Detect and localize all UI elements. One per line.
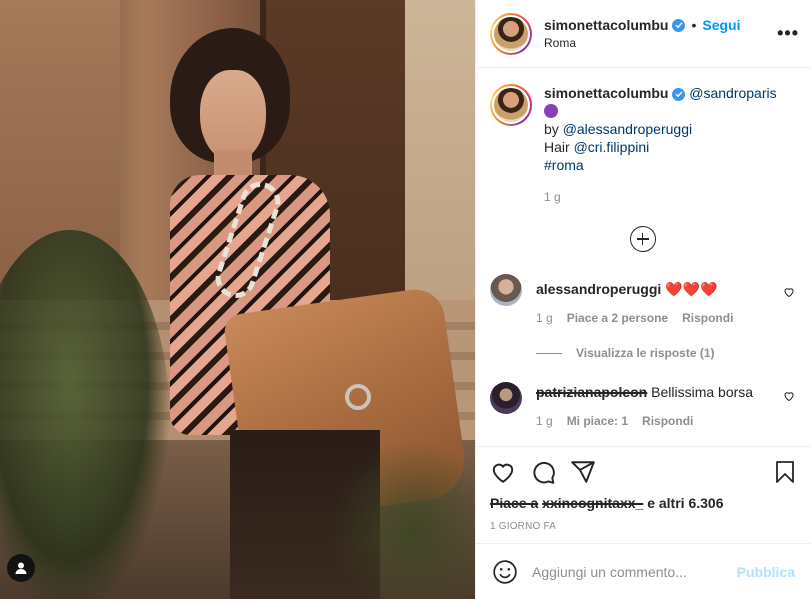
comment-item: alessandroperuggi ❤️❤️❤️ 1 g Piace a 2 p… xyxy=(490,274,795,325)
more-options-icon[interactable]: ••• xyxy=(777,23,799,44)
likes-prefix: Piace a xyxy=(490,495,539,511)
likes-summary[interactable]: Piace a xxincognitaxx_ e altri 6.306 xyxy=(490,495,797,511)
comment-text: Bellissima borsa xyxy=(651,384,754,400)
post-location[interactable]: Roma xyxy=(544,36,777,50)
caption: simonettacolumbu @sandroparis by @alessa… xyxy=(490,84,795,206)
caption-hashtag[interactable]: #roma xyxy=(544,157,584,173)
comment-time[interactable]: 1 g xyxy=(536,311,553,325)
comment-likes[interactable]: Mi piace: 1 xyxy=(567,414,628,428)
separator-dot: • xyxy=(691,17,697,33)
author-avatar[interactable] xyxy=(490,12,532,55)
comment-icon[interactable] xyxy=(530,459,556,485)
share-icon[interactable] xyxy=(570,459,596,485)
comment-input[interactable]: Aggiungi un commento... xyxy=(532,564,737,580)
post-sidebar: simonettacolumbu • Segui Roma ••• simone… xyxy=(475,0,811,599)
caption-avatar[interactable] xyxy=(490,84,532,126)
comment-username[interactable]: patrizianapoleon xyxy=(536,384,647,400)
comment-reply-button[interactable]: Rispondi xyxy=(642,414,693,428)
comment-username[interactable]: alessandroperuggi xyxy=(536,281,661,297)
post-timestamp[interactable]: 1 GIORNO FA xyxy=(490,521,797,532)
caption-username[interactable]: simonettacolumbu xyxy=(544,85,668,101)
comment-time[interactable]: 1 g xyxy=(536,414,553,428)
view-replies-label: Visualizza le risposte (1) xyxy=(576,346,715,360)
caption-hair-mention[interactable]: @cri.filippini xyxy=(574,139,650,155)
author-username[interactable]: simonettacolumbu xyxy=(544,17,668,33)
comment-avatar[interactable] xyxy=(490,382,522,414)
follow-button[interactable]: Segui xyxy=(702,17,740,33)
comment-reply-button[interactable]: Rispondi xyxy=(682,311,733,325)
post-actions: Piace a xxincognitaxx_ e altri 6.306 1 G… xyxy=(476,446,811,599)
tagged-users-icon[interactable] xyxy=(7,554,35,582)
caption-time[interactable]: 1 g xyxy=(544,188,777,206)
comment-likes[interactable]: Piace a 2 persone xyxy=(567,311,668,325)
load-more-comments-icon[interactable] xyxy=(629,226,656,252)
photo-bag-ring xyxy=(345,384,371,410)
caption-hair-label: Hair xyxy=(544,139,570,155)
comment-like-icon[interactable] xyxy=(783,286,795,298)
post-header: simonettacolumbu • Segui Roma ••• xyxy=(476,0,811,68)
verified-icon xyxy=(672,87,686,101)
save-icon[interactable] xyxy=(773,459,797,485)
comment-like-icon[interactable] xyxy=(783,390,795,402)
comment-item: patrizianapoleon Bellissima borsa 1 g Mi… xyxy=(490,382,795,428)
likes-suffix[interactable]: e altri 6.306 xyxy=(647,495,723,511)
caption-mention[interactable]: @sandroparis xyxy=(689,85,776,101)
caption-by-mention[interactable]: @alessandroperuggi xyxy=(563,121,692,137)
comment-text: ❤️❤️❤️ xyxy=(665,281,718,297)
publish-button[interactable]: Pubblica xyxy=(737,564,795,580)
photo-plant-left xyxy=(0,230,170,599)
emoji-icon[interactable] xyxy=(492,559,518,585)
caption-by-label: by xyxy=(544,121,559,137)
add-comment-bar: Aggiungi un commento... Pubblica xyxy=(476,543,811,599)
comments-list[interactable]: simonettacolumbu @sandroparis by @alessa… xyxy=(476,68,811,446)
post-modal: simonettacolumbu • Segui Roma ••• simone… xyxy=(0,0,811,599)
view-replies-button[interactable]: Visualizza le risposte (1) xyxy=(536,346,795,360)
comment-avatar[interactable] xyxy=(490,274,522,306)
like-icon[interactable] xyxy=(490,459,516,485)
verified-icon xyxy=(672,18,686,32)
likes-user[interactable]: xxincognitaxx_ xyxy=(542,495,643,511)
grapes-emoji-icon xyxy=(544,104,558,118)
post-photo[interactable] xyxy=(0,0,475,599)
photo-model-face xyxy=(200,70,266,162)
